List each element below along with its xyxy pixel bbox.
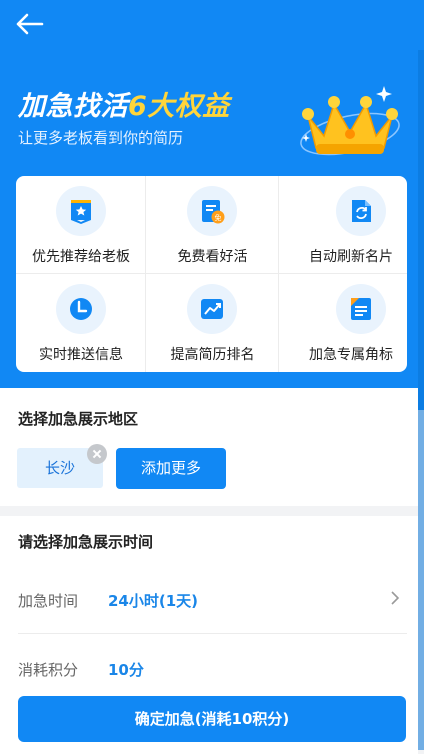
benefit-icon-bg bbox=[336, 284, 386, 334]
row-divider bbox=[18, 633, 407, 634]
benefit-item: 自动刷新名片 bbox=[279, 176, 407, 274]
scroll-edge bbox=[418, 50, 424, 750]
clock-icon bbox=[70, 298, 92, 320]
benefit-icon-bg: 免 bbox=[187, 186, 237, 236]
region-title: 选择加急展示地区 bbox=[18, 410, 139, 428]
svg-text:免: 免 bbox=[215, 213, 222, 222]
duration-label: 加急时间 bbox=[18, 592, 79, 610]
cost-value: 10分 bbox=[108, 661, 144, 679]
benefit-icon-bg bbox=[56, 284, 106, 334]
chevron-right-icon[interactable] bbox=[388, 589, 402, 607]
benefit-label: 提高简历排名 bbox=[170, 347, 255, 363]
crown-icon bbox=[298, 82, 406, 162]
benefit-item: 提高简历排名 bbox=[146, 274, 279, 372]
benefit-label: 实时推送信息 bbox=[39, 347, 123, 363]
benefit-label: 优先推荐给老板 bbox=[32, 249, 130, 265]
add-more-button[interactable]: 添加更多 bbox=[116, 448, 226, 489]
duration-value[interactable]: 24小时(1天) bbox=[108, 590, 198, 611]
cost-label: 消耗积分 bbox=[18, 661, 79, 679]
confirm-button[interactable]: 确定加急(消耗10积分) bbox=[18, 696, 406, 742]
benefits-grid: 优先推荐给老板 免 免费看好活 自动刷新名片 实时推送信息 提高简历排名 加急专… bbox=[16, 176, 407, 372]
refresh-document-icon bbox=[352, 200, 371, 222]
benefit-label: 免费看好活 bbox=[177, 249, 248, 265]
benefit-item: 实时推送信息 bbox=[16, 274, 146, 372]
benefit-icon-bg bbox=[187, 284, 237, 334]
hero-title-accent: 6大权益 bbox=[128, 91, 230, 122]
remove-city-icon[interactable] bbox=[87, 444, 107, 464]
trend-chart-icon bbox=[201, 299, 223, 319]
time-title: 请选择加急展示时间 bbox=[18, 533, 154, 551]
benefit-label: 自动刷新名片 bbox=[309, 249, 393, 265]
benefit-item: 优先推荐给老板 bbox=[16, 176, 146, 274]
benefit-item: 免 免费看好活 bbox=[146, 176, 279, 274]
benefit-item: 加急专属角标 bbox=[279, 274, 407, 372]
star-bookmark-icon bbox=[71, 200, 91, 224]
hero-title: 加急找活6大权益 bbox=[18, 84, 230, 123]
benefit-icon-bg bbox=[56, 186, 106, 236]
free-document-icon: 免 bbox=[202, 200, 225, 224]
back-arrow-icon bbox=[16, 13, 44, 35]
hero-subtitle: 让更多老板看到你的简历 bbox=[18, 129, 184, 147]
hero-title-main: 加急找活 bbox=[18, 91, 128, 122]
back-button[interactable] bbox=[14, 10, 46, 38]
badge-document-icon bbox=[351, 298, 371, 320]
benefit-label: 加急专属角标 bbox=[309, 347, 393, 363]
benefit-icon-bg bbox=[336, 186, 386, 236]
